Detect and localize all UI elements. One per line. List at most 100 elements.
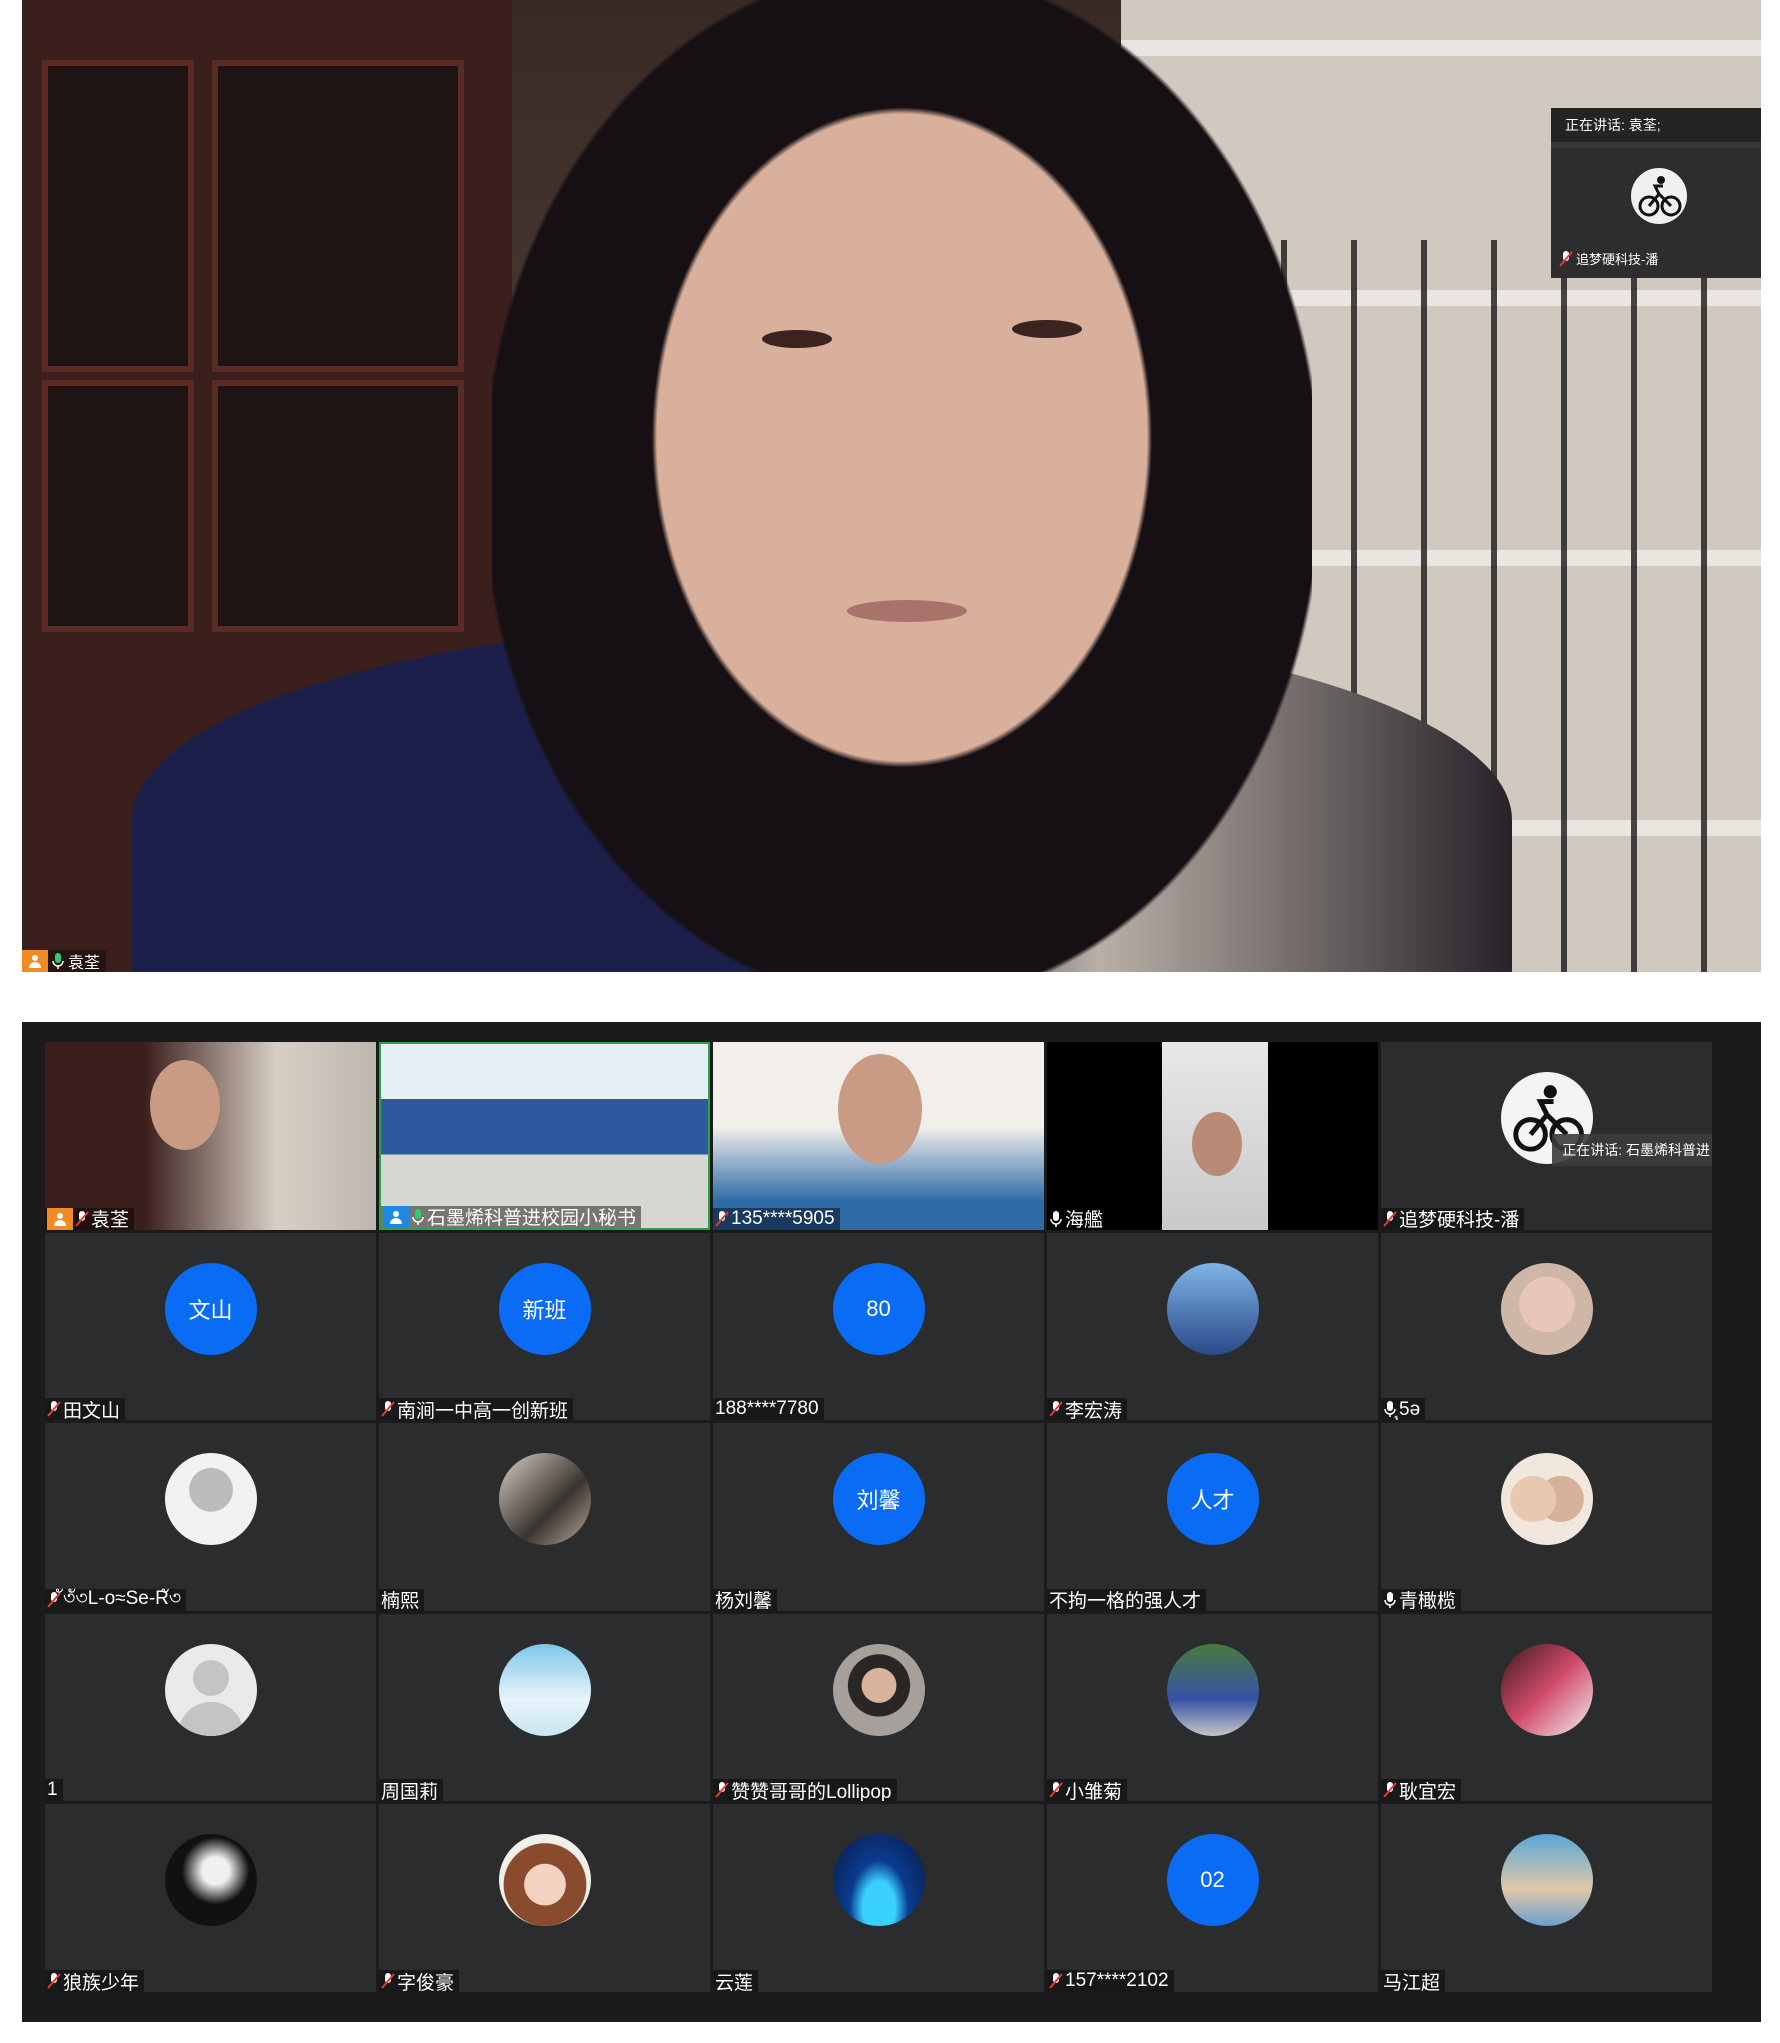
participant-name-label: 周国莉	[379, 1779, 444, 1802]
pip-tile[interactable]: 追梦硬科技-潘	[1551, 148, 1761, 278]
participant-tile[interactable]: 云莲	[713, 1804, 1044, 1992]
host-icon	[383, 1205, 409, 1228]
mic-muted-icon	[1049, 1401, 1063, 1417]
participant-name-label: 杨刘馨	[713, 1588, 778, 1611]
participant-name-label: 狼族少年	[45, 1970, 145, 1992]
participant-name-label: 田文山	[45, 1398, 126, 1421]
avatar	[498, 1643, 591, 1736]
participant-name-label: 楠熙	[379, 1588, 425, 1611]
participant-name-label: 字俊豪	[379, 1970, 460, 1992]
participant-tile[interactable]: 袁荃	[45, 1042, 376, 1230]
microphone-icon	[1050, 1210, 1062, 1227]
participant-tile[interactable]: 狼族少年	[45, 1804, 376, 1992]
participant-name-label: 赞赞哥哥的Lollipop	[713, 1779, 897, 1802]
mic-muted-icon	[47, 1591, 61, 1608]
mic-muted-icon	[47, 1401, 61, 1417]
mic-muted-icon	[381, 1401, 395, 1417]
mic-muted-icon	[715, 1210, 729, 1227]
participant-tile[interactable]: 1	[45, 1613, 376, 1802]
active-speaker-indicator: 正在讲话: 袁荃;	[1551, 108, 1761, 142]
avatar	[498, 1453, 591, 1546]
participant-tile[interactable]: 楠熙	[379, 1423, 710, 1611]
participant-name-label: 云莲	[713, 1970, 759, 1992]
pip-participant-label: 追梦硬科技-潘	[1559, 249, 1658, 268]
mic-muted-icon	[1049, 1973, 1063, 1989]
avatar	[1500, 1834, 1593, 1927]
avatar	[498, 1834, 591, 1927]
default-user-avatar	[164, 1643, 257, 1736]
mic-muted-icon	[75, 1210, 89, 1227]
mic-muted-icon	[1049, 1782, 1063, 1799]
participant-tile[interactable]: 马江超	[1381, 1804, 1712, 1992]
participant-name-label: 157****2102	[1047, 1970, 1174, 1992]
participant-name-label: ั৩ั৩L-o≈Se-Rั৩	[45, 1588, 187, 1611]
mic-muted-icon	[1383, 1210, 1397, 1227]
avatar: 新班	[498, 1262, 591, 1355]
participant-name-label: 188****7780	[713, 1398, 824, 1421]
avatar	[164, 1453, 257, 1546]
participant-tile[interactable]: 新班 南涧一中高一创新班	[379, 1232, 710, 1421]
participant-tile[interactable]: 135****5905	[713, 1042, 1044, 1230]
participant-tile[interactable]: 正在讲话: 石墨烯科普进 追梦硬科技-潘	[1381, 1042, 1712, 1230]
speaker-face	[492, 0, 1312, 972]
participant-name-label: 135****5905	[713, 1207, 840, 1230]
microphone-icon	[1384, 1591, 1396, 1608]
mic-muted-icon	[715, 1782, 729, 1799]
participant-tile[interactable]: 文山 田文山	[45, 1232, 376, 1421]
host-icon	[22, 950, 48, 972]
participant-name-label: 南涧一中高一创新班	[379, 1398, 574, 1421]
avatar	[1500, 1643, 1593, 1736]
participant-tile[interactable]: 80 188****7780	[713, 1232, 1044, 1421]
participant-face	[150, 1060, 220, 1150]
participant-tile[interactable]: 李宏涛	[1047, 1232, 1378, 1421]
speaker-name: 袁荃	[68, 955, 101, 972]
participant-tile[interactable]: 小雏菊	[1047, 1613, 1378, 1802]
avatar	[832, 1834, 925, 1927]
participant-tile[interactable]: 人才 不拘一格的强人才	[1047, 1423, 1378, 1611]
participant-tile[interactable]: 周国莉	[379, 1613, 710, 1802]
participant-name-label: 1	[45, 1779, 63, 1802]
participant-name-label: 耿宜宏	[1381, 1779, 1462, 1802]
cyclist-avatar	[1631, 168, 1687, 224]
participant-face	[838, 1054, 922, 1164]
avatar	[1166, 1643, 1259, 1736]
avatar: 刘馨	[832, 1453, 925, 1546]
avatar	[1500, 1262, 1593, 1355]
participant-tile[interactable]: 赞赞哥哥的Lollipop	[713, 1613, 1044, 1802]
avatar	[1166, 1262, 1259, 1355]
gallery-view: 袁荃 石墨烯科普进校园小秘书 135****5905 海艦 正在讲话: 石墨烯科…	[22, 1022, 1761, 2022]
speaker-video[interactable]: 袁荃 正在讲话: 袁荃; 追梦硬科技-潘	[22, 0, 1761, 972]
participant-grid: 袁荃 石墨烯科普进校园小秘书 135****5905 海艦 正在讲话: 石墨烯科…	[45, 1042, 1712, 1992]
microphone-icon	[412, 1208, 424, 1225]
picture-in-picture[interactable]: 正在讲话: 袁荃; 追梦硬科技-潘	[1551, 108, 1761, 278]
microphone-icon	[1384, 1401, 1396, 1418]
mic-muted-icon	[1383, 1782, 1397, 1799]
participant-tile[interactable]: 02 157****2102	[1047, 1804, 1378, 1992]
participant-tile[interactable]: 青橄榄	[1381, 1423, 1712, 1611]
microphone-icon	[52, 953, 64, 969]
mic-muted-icon	[1559, 250, 1573, 267]
avatar	[832, 1643, 925, 1736]
avatar: 80	[832, 1262, 925, 1355]
participant-tile[interactable]: 海艦	[1047, 1042, 1378, 1230]
speaker-name-label: 袁荃	[22, 950, 107, 972]
phone-video-feed	[1162, 1042, 1268, 1230]
avatar: 02	[1166, 1834, 1259, 1927]
participant-name-label: 小雏菊	[1047, 1779, 1128, 1802]
participant-tile[interactable]: 石墨烯科普进校园小秘书	[379, 1042, 710, 1230]
participant-name-label: 海艦	[1047, 1207, 1109, 1230]
participant-name-label: 李宏涛	[1047, 1398, 1128, 1421]
participant-tile[interactable]: 耿宜宏	[1381, 1613, 1712, 1802]
mic-muted-icon	[381, 1973, 395, 1989]
avatar	[164, 1834, 257, 1927]
avatar: 文山	[164, 1262, 257, 1355]
avatar	[1500, 1453, 1593, 1546]
participant-tile[interactable]: 刘馨 杨刘馨	[713, 1423, 1044, 1611]
participant-tile[interactable]: ุ5ә	[1381, 1232, 1712, 1421]
participant-tile[interactable]: 字俊豪	[379, 1804, 710, 1992]
participant-tile[interactable]: ั৩ั৩L-o≈Se-Rั৩	[45, 1423, 376, 1611]
active-speaker-indicator: 正在讲话: 石墨烯科普进	[1552, 1134, 1712, 1166]
participant-name-label: ุ5ә	[1381, 1398, 1426, 1421]
host-icon	[47, 1207, 73, 1230]
participant-name-label: 石墨烯科普进校园小秘书	[381, 1205, 642, 1228]
